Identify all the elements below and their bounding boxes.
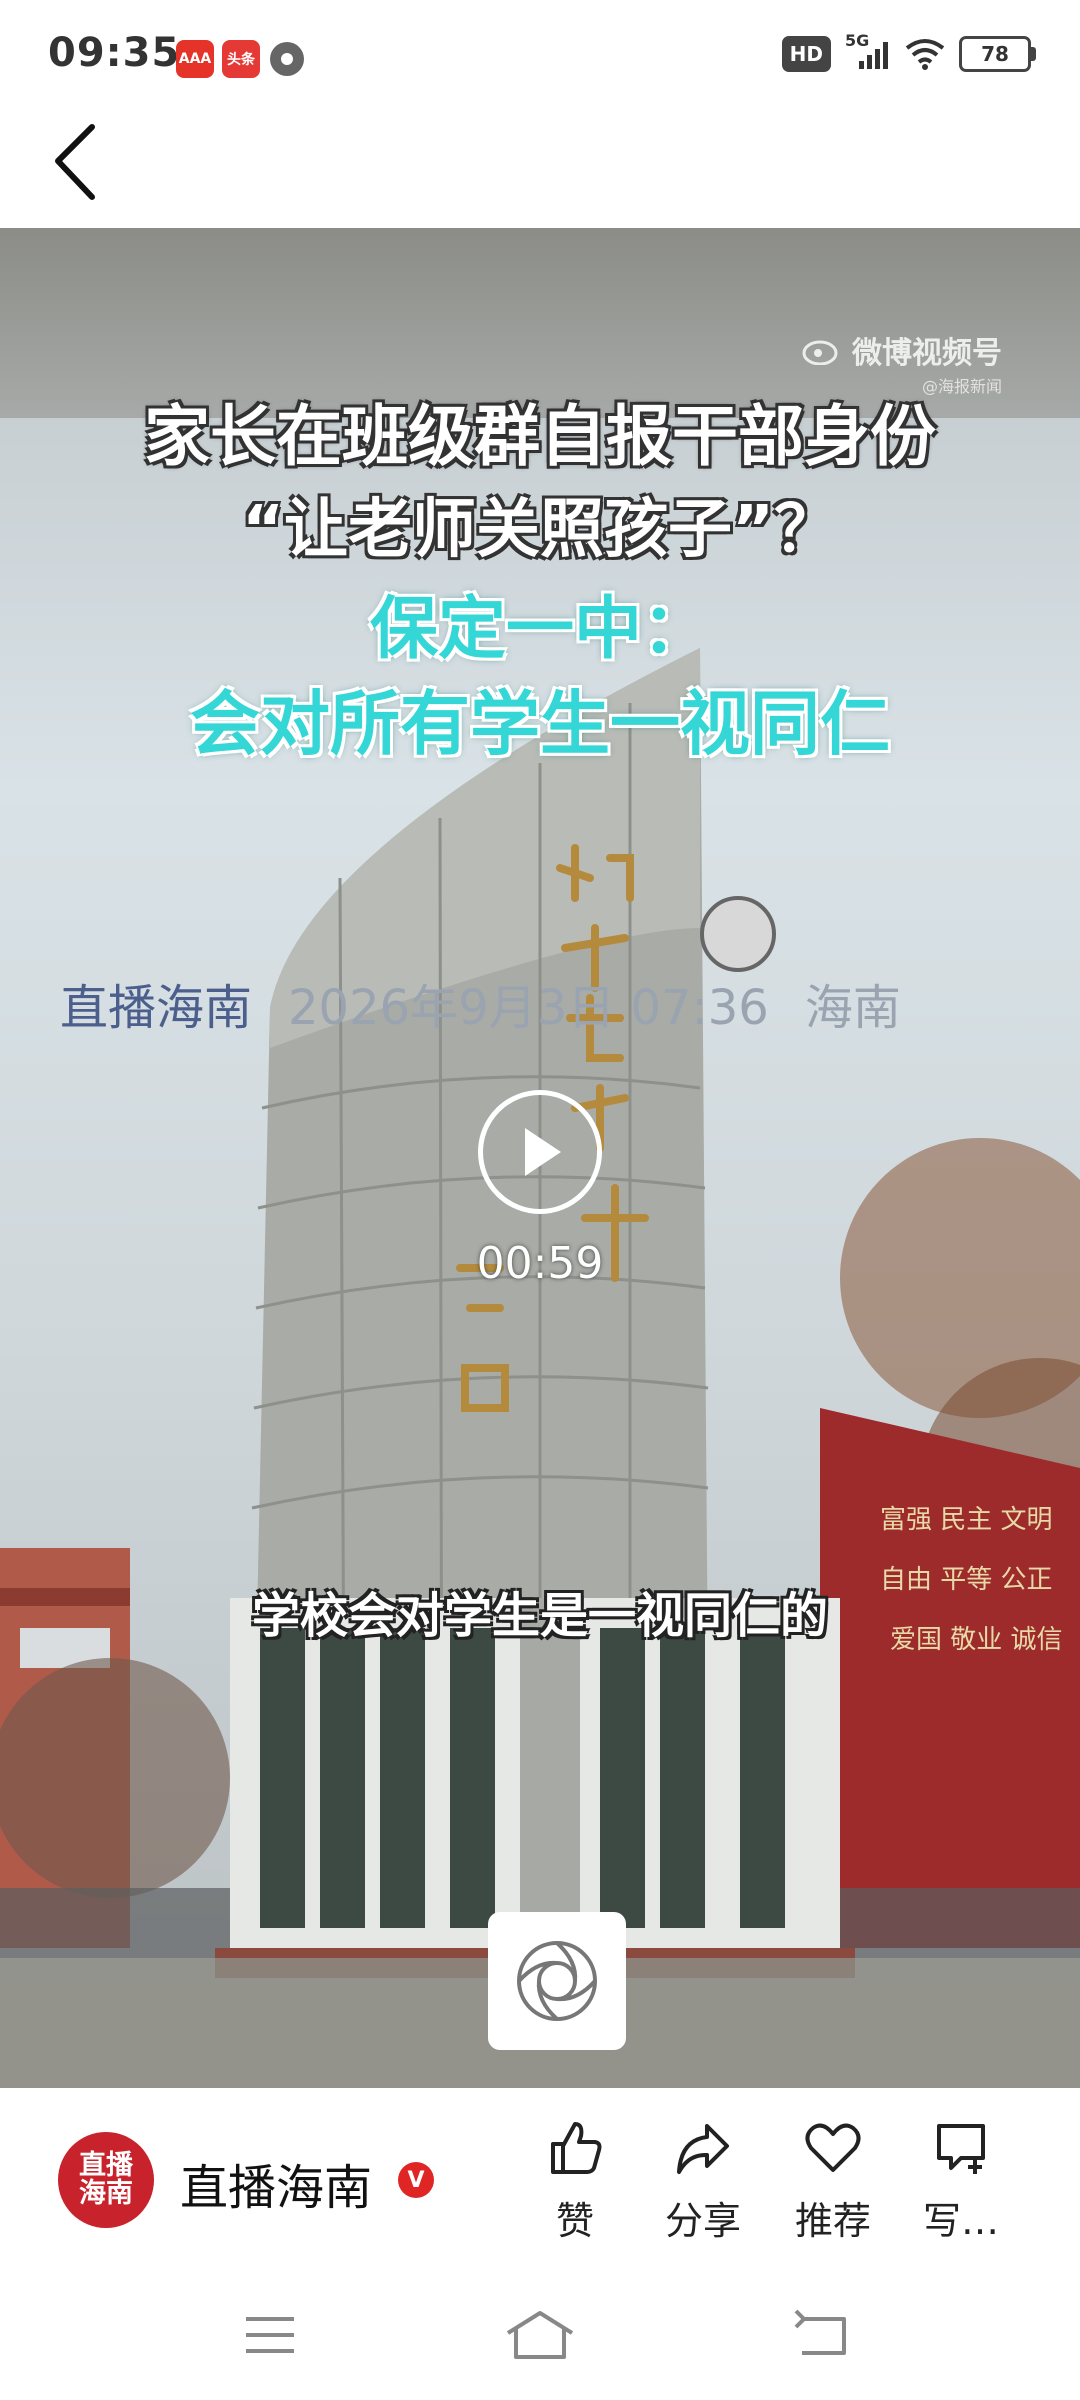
meta-source[interactable]: 直播海南 [60,968,252,1038]
battery-level: 78 [959,36,1031,72]
write-comment-label: 写… [922,2199,999,2243]
meta-date: 2026年9月3日 07:36 [288,980,769,1036]
like-label: 赞 [555,2199,594,2243]
aperture-logo-icon [517,1941,597,2021]
weibo-watermark: 微博视频号 [802,328,1002,372]
avatar-text: 直播 海南 [79,2149,133,2209]
svg-text:富强 民主 文明: 富强 民主 文明 [880,1505,1053,1535]
thumbs-up-icon [551,2122,602,2174]
back-button[interactable] [40,115,120,205]
hd-badge: HD [781,36,831,72]
battery-icon: 78 [959,36,1036,72]
play-icon [525,1128,561,1176]
video-headline-line-4: 会对所有学生一视同仁 [190,683,890,765]
menu-icon [246,2317,294,2353]
toutiao-notification-icon: 头条 [222,40,260,78]
home-nav-button[interactable] [500,2305,580,2365]
video-subtitle: 学校会对学生是一视同仁的 [251,1588,828,1644]
video-headline-line-3: 保定一中： [369,590,710,669]
recommend-button[interactable]: 推荐 [778,2118,888,2245]
back-nav-button[interactable] [782,2305,862,2365]
author-avatar[interactable]: 直播 海南 [58,2132,154,2228]
meta-location: 海南 [804,980,901,1036]
share-button[interactable]: 分享 [648,2118,758,2245]
home-icon [506,2311,574,2359]
article-meta-overlay: 直播海南 2026年9月3日 07:36 海南 [60,968,901,1038]
comment-add-icon [937,2124,985,2174]
video-headline-line-2: “让老师关照孩子”？ [241,493,839,567]
like-button[interactable]: 赞 [520,2118,630,2245]
author-name[interactable]: 直播海南 [180,2148,372,2218]
app-notification-icon: AAA [176,40,214,78]
verified-badge: V [398,2162,434,2198]
status-right-group: HD 5G 78 [781,31,1036,72]
chevron-left-icon [55,124,95,200]
share-icon [677,2124,729,2174]
play-button[interactable] [478,1090,602,1214]
recommend-label: 推荐 [794,2199,871,2243]
write-comment-button[interactable]: 写… [906,2118,1016,2245]
share-label: 分享 [664,2199,741,2243]
wifi-icon [905,39,945,70]
menu-nav-button[interactable] [232,2305,312,2365]
video-headline-line-1: 家长在班级群自报干部身份 [144,398,936,475]
app-logo-tile [488,1912,626,2050]
weibo-icon [802,340,838,365]
back-arrow-icon [794,2309,846,2355]
video-duration: 00:59 [476,1238,604,1289]
video-player[interactable]: 富强 民主 文明 自由 平等 公正 爱国 敬业 诚信 微博视频号 @海报新闻 家… [0,228,1080,2088]
media-notification-icon [270,42,304,76]
signal-icon: 5G [845,31,891,71]
status-clock: 09:35 [48,30,181,76]
heart-icon [805,2123,861,2172]
